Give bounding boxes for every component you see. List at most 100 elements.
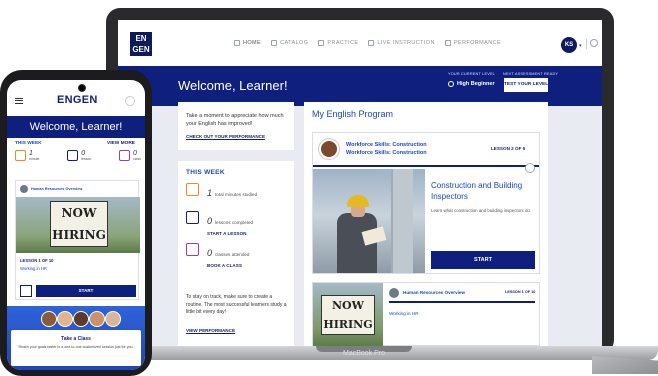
engen-logo[interactable]: EN GEN [130,32,152,56]
stat-class-body: 0 class [133,150,141,161]
current-lesson-card[interactable]: Workforce Skills: Construction Workforce… [312,132,540,274]
welcome-banner: Welcome, Learner! YOUR CURRENT LEVEL Hig… [118,66,602,106]
course-avatar-hr [389,288,399,298]
start-button-mobile[interactable]: START [36,285,136,297]
lesson-badge-mobile: LESSON 1 OF 10 [20,258,54,263]
phone-frame: ENGEN Welcome, Learner! THIS WEEK VIEW M… [0,70,152,376]
take-class-link[interactable]: Take a Class [7,336,145,342]
tutor-avatar-2 [57,311,73,327]
stat-lessons-label: lessons completed [215,220,254,225]
this-week-title-mobile: THIS WEEK [15,141,42,146]
lesson-icon [67,150,79,161]
stat-minutes-label: total minutes studied [215,192,258,197]
class-icon [186,243,199,256]
stat-minute-body: 1 minute [29,150,40,161]
lesson-icon [186,211,199,224]
nav-catalog-label: CATALOG [280,40,309,46]
assessment-label: NEXT ASSESSMENT READY [503,72,559,76]
current-level-text: High Beginner [457,81,495,87]
nav-practice-label: PRACTICE [327,40,359,46]
stat-class-value: 0 [133,150,137,157]
nav-live-instruction[interactable]: LIVE INSTRUCTION [368,40,434,46]
course-avatar-mobile [20,185,28,193]
lesson-badge: LESSON 2 OF 5 [491,146,526,151]
stat-lessons-body: 0 lessons completed START A LESSON [207,211,253,236]
nav-practice[interactable]: PRACTICE [318,40,358,46]
nav-home[interactable]: HOME [234,40,261,46]
stat-lessons: 0 lessons completed START A LESSON [186,211,253,236]
tutor-avatar-3 [73,311,89,327]
top-nav: EN GEN HOME CATALOG PRACTICE LIVE INSTRUC… [118,20,602,66]
start-lesson-link[interactable]: START A LESSON [207,231,253,236]
course-avatar [319,139,339,159]
now-hiring-image-mobile: NOW HIRING [16,197,140,253]
this-week-card: THIS WEEK 1 total minutes studied 0 lesson… [178,161,294,346]
view-more-link[interactable]: VIEW MORE [107,141,135,146]
next-lesson-card[interactable]: NOW HIRING Human Resources Overview LESS… [312,282,540,346]
now-hiring-sign-mobile: NOW HIRING [50,201,108,247]
next-course-name: Human Resources Overview [403,290,466,295]
routine-note: To stay on track, make sure to create a … [186,294,287,315]
nav-live-instruction-label: LIVE INSTRUCTION [377,40,435,46]
performance-icon [444,40,451,46]
share-icon[interactable] [20,285,32,297]
nav-performance[interactable]: PERFORMANCE [444,40,502,46]
hamburger-menu-icon[interactable] [15,98,23,104]
stat-minutes-body: 1 total minutes studied [207,183,257,201]
start-button[interactable]: START [431,251,535,269]
check-performance-link[interactable]: CHECK OUT YOUR PERFORMANCE [186,134,286,139]
stat-minute-label: minute [29,157,40,161]
stat-minutes-value: 1 [207,188,213,198]
stat-lessons-value: 0 [207,216,213,226]
this-week-title: THIS WEEK [186,169,225,176]
lesson-description: Learn what construction and building ins… [431,208,532,213]
bookmark-icon[interactable] [525,163,535,173]
loading-icon [125,96,135,106]
stat-minute-value: 1 [29,150,33,157]
nav-links: HOME CATALOG PRACTICE LIVE INSTRUCTION P… [234,40,501,46]
phone-camera [78,84,86,92]
image-worker-helmet [347,195,369,207]
engen-logo-mobile[interactable]: ENGEN [57,94,98,106]
course-name-mobile: Human Resources Overview [31,187,83,191]
nav-performance-label: PERFORMANCE [453,40,502,46]
program-card: My English Program Workforce Skills: Con… [304,102,548,346]
current-level-label: YOUR CURRENT LEVEL [448,72,495,76]
nav-catalog[interactable]: CATALOG [271,40,308,46]
clock-icon [15,150,26,161]
stat-classes-body: 0 classes attended BOOK A CLASS [207,243,250,268]
book-class-link[interactable]: BOOK A CLASS [207,263,250,268]
stats-row-mobile: 1 minute 0 lesson 0 class [15,150,141,161]
tutor-avatar-1 [41,311,57,327]
device-mockup: MacBook Pro EN GEN HOME CATALOG PRACTICE … [0,0,658,376]
stat-lesson-label: lesson [81,157,92,161]
intro-text: Take a moment to appreciate how much you… [186,113,284,127]
clock-icon [186,183,199,196]
phone-screen: ENGEN Welcome, Learner! THIS WEEK VIEW M… [7,80,145,370]
next-lesson-name: Working in HR [389,311,419,316]
view-performance-link[interactable]: VIEW PERFORMANCE [186,328,235,333]
tutor-avatar-4 [89,311,105,327]
lesson-image [313,169,425,273]
laptop-screen: EN GEN HOME CATALOG PRACTICE LIVE INSTRUC… [118,20,602,346]
intro-card: Take a moment to appreciate how much you… [178,102,294,150]
take-class-section: Take a Class Reach your goals faster in … [7,306,145,370]
laptop-model-label: MacBook Pro [342,350,386,357]
course-name-1: Workforce Skills: Construction [346,142,427,148]
live-instruction-icon [368,40,375,46]
lesson-card-mobile[interactable]: Human Resources Overview NOW HIRING LESS… [15,180,140,300]
nav-home-label: HOME [243,40,262,46]
chevron-down-icon[interactable]: ▾ [579,43,582,49]
take-class-text: Reach your goals faster in a one-to-one … [18,345,134,349]
test-level-button[interactable]: TEST YOUR LEVEL [504,78,548,92]
stat-classes-value: 0 [207,248,213,258]
level-icon [448,81,454,87]
practice-icon [318,40,325,46]
tutor-avatar-5 [105,311,121,327]
logout-icon[interactable] [590,39,598,47]
stat-minute-mobile: 1 minute [15,150,40,161]
nav-divider [586,39,587,49]
lesson-card-header: Workforce Skills: Construction Workforce… [313,133,539,167]
image-pillar [391,169,413,273]
user-avatar[interactable]: KS [561,37,577,53]
